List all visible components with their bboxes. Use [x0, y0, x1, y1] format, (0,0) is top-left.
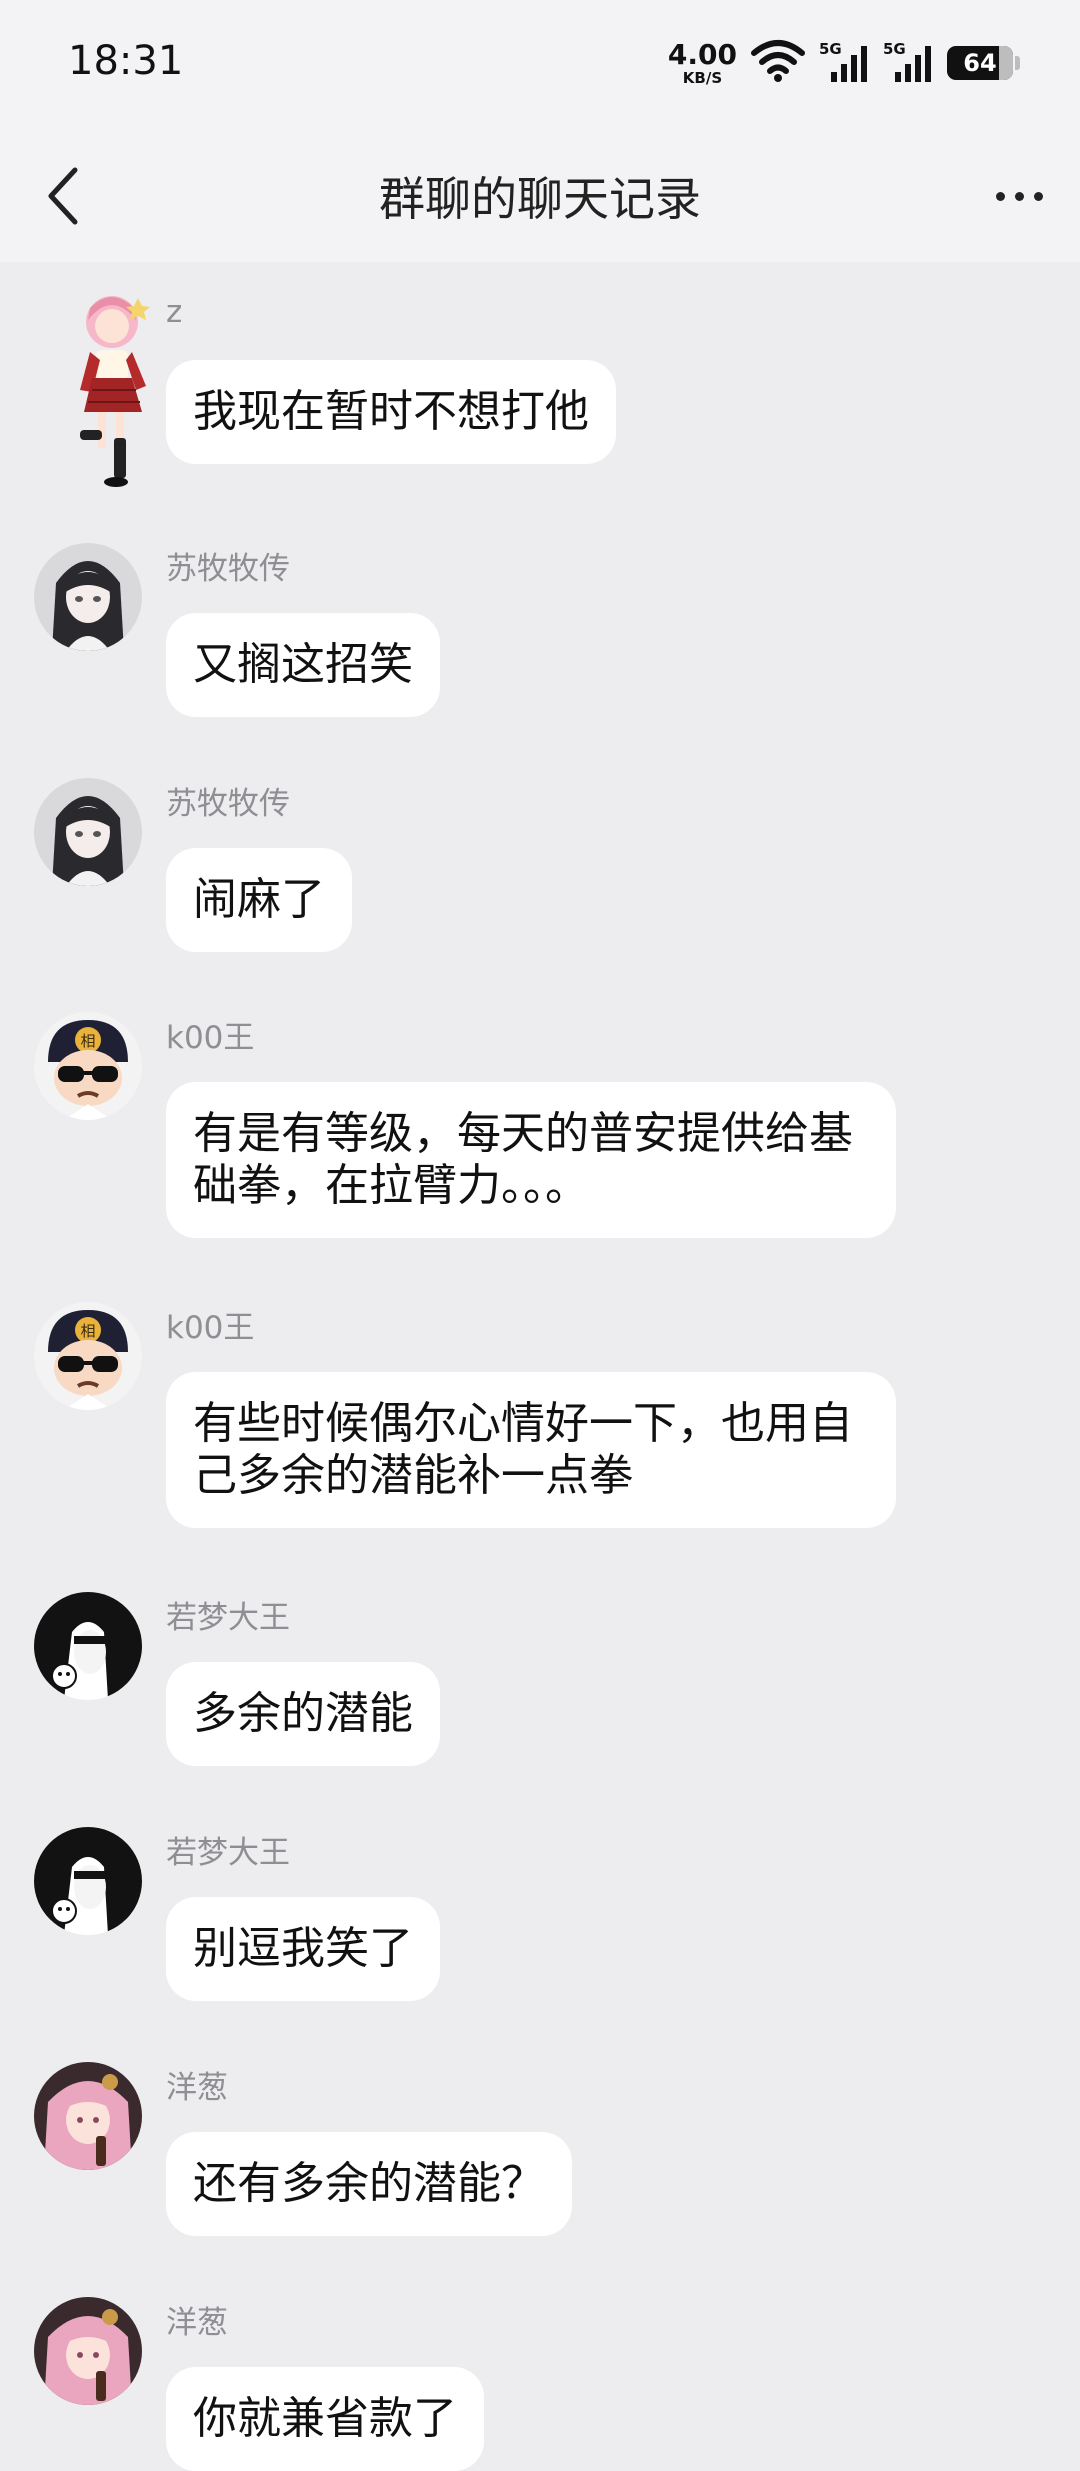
- avatar[interactable]: [34, 778, 142, 886]
- status-bar: 18:31 4.00 KB/S 5G 5G 64: [0, 0, 1080, 130]
- avatar[interactable]: [34, 2062, 142, 2170]
- battery-tip: [1015, 56, 1020, 70]
- signal-5g-icon: 5G: [883, 40, 933, 86]
- sender-name: 洋葱: [166, 2070, 228, 2106]
- svg-text:相: 相: [80, 1032, 95, 1050]
- sender-name: 苏牧牧传: [166, 786, 290, 822]
- message-bubble[interactable]: 别逗我笑了: [166, 1897, 440, 2001]
- sender-name: k00王: [166, 1020, 255, 1056]
- chat-history-header: 群聊的聊天记录: [0, 130, 1080, 262]
- status-time: 18:31: [68, 38, 184, 84]
- avatar[interactable]: [34, 1592, 142, 1700]
- battery-level: 64: [963, 49, 997, 77]
- message-bubble[interactable]: 有些时候偶尔心情好一下，也用自己多余的潜能补一点拳: [166, 1372, 896, 1528]
- sender-name: 若梦大王: [166, 1600, 290, 1636]
- message-bubble[interactable]: 你就兼省款了: [166, 2367, 484, 2471]
- message-bubble[interactable]: 还有多余的潜能？: [166, 2132, 572, 2236]
- avatar[interactable]: [34, 2297, 142, 2405]
- signal-5g-icon: 5G: [819, 40, 869, 86]
- message-bubble[interactable]: 闹麻了: [166, 848, 352, 952]
- sender-name: z: [166, 294, 183, 330]
- sender-name: 若梦大王: [166, 1835, 290, 1871]
- sender-name: 洋葱: [166, 2305, 228, 2341]
- network-speed-unit: KB/S: [682, 68, 723, 87]
- avatar[interactable]: [34, 543, 142, 651]
- message-bubble[interactable]: 多余的潜能: [166, 1662, 440, 1766]
- avatar[interactable]: [34, 1827, 142, 1935]
- sender-name: 苏牧牧传: [166, 551, 290, 587]
- avatar[interactable]: 相: [34, 1302, 142, 1410]
- wifi-icon: [751, 39, 805, 87]
- message-bubble[interactable]: 又搁这招笑: [166, 613, 440, 717]
- more-options-button[interactable]: [984, 166, 1054, 226]
- more-dots-icon: [995, 191, 1005, 201]
- status-icons: 4.00 KB/S 5G 5G 64: [668, 38, 1020, 88]
- message-bubble[interactable]: 我现在暂时不想打他: [166, 360, 616, 464]
- battery-icon: 64: [947, 46, 1013, 80]
- network-speed-value: 4.00: [667, 37, 737, 71]
- avatar[interactable]: [70, 290, 160, 490]
- avatar[interactable]: 相: [34, 1012, 142, 1120]
- message-bubble[interactable]: 有是有等级，每天的普安提供给基础拳，在拉臂力。。。: [166, 1082, 896, 1238]
- network-speed: 4.00 KB/S: [667, 37, 737, 87]
- sender-name: k00王: [166, 1310, 255, 1346]
- page-title: 群聊的聊天记录: [379, 172, 701, 226]
- svg-text:相: 相: [80, 1322, 95, 1340]
